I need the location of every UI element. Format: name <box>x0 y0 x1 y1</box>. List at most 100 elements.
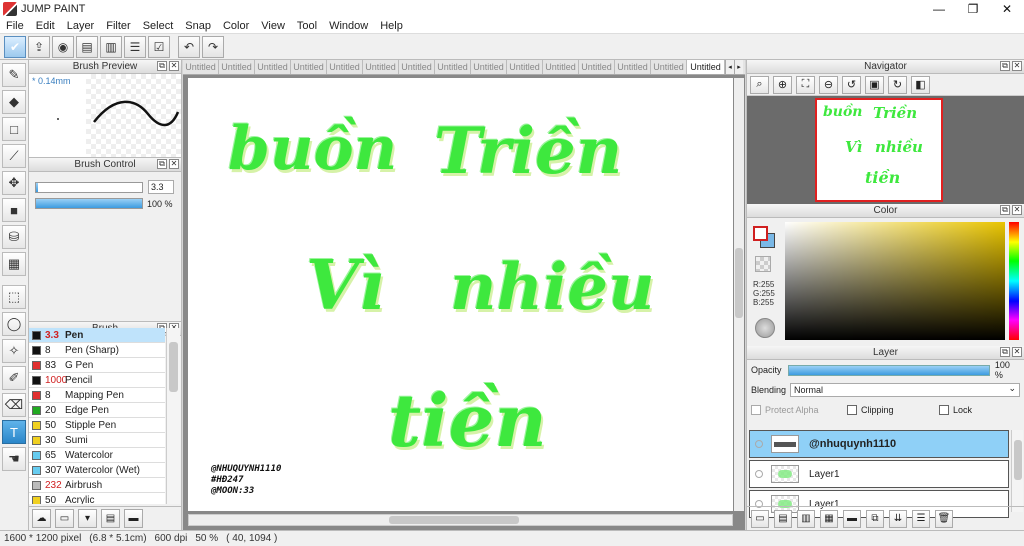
lock-checkbox[interactable] <box>939 405 949 415</box>
scroll-thumb[interactable] <box>389 516 519 524</box>
tab-next-icon[interactable]: ▸ <box>734 60 743 74</box>
eraser-tool-icon[interactable]: ◆ <box>2 90 26 114</box>
menu-layer[interactable]: Layer <box>61 20 101 32</box>
merge-layer-icon[interactable]: ⇊ <box>889 509 907 528</box>
menu-edit[interactable]: Edit <box>30 20 61 32</box>
document-tab[interactable]: Untitled <box>435 60 471 74</box>
canvas-horizontal-scrollbar[interactable] <box>188 514 733 526</box>
document-tab[interactable]: Untitled <box>219 60 255 74</box>
delete-layer-icon[interactable]: 🗑 <box>935 509 953 528</box>
hand-tool-icon[interactable]: ☚ <box>2 447 26 471</box>
brush-tool-icon[interactable]: ✎ <box>2 63 26 87</box>
comment-icon[interactable]: ◉ <box>52 35 74 58</box>
document-tab[interactable]: Untitled <box>327 60 363 74</box>
protect-alpha-checkbox[interactable] <box>751 405 761 415</box>
panel-float-icon[interactable]: ⧉ <box>157 159 167 169</box>
select-eraser-tool-icon[interactable]: ⌫ <box>2 393 26 417</box>
brush-opacity-slider[interactable] <box>35 198 143 209</box>
document-tab[interactable]: Untitled <box>399 60 435 74</box>
layer-folder-icon[interactable]: ▬ <box>843 509 861 528</box>
hue-slider[interactable] <box>1009 222 1019 340</box>
document-tab[interactable]: Untitled <box>255 60 291 74</box>
brush-size-value[interactable]: 3.3 <box>148 180 174 194</box>
document-tab[interactable]: Untitled <box>363 60 399 74</box>
tab-prev-icon[interactable]: ◂ <box>725 60 734 74</box>
brush-item[interactable]: 1000 Pencil <box>29 373 165 388</box>
transparent-color-swatch[interactable] <box>755 256 771 272</box>
panel-float-icon[interactable]: ⧉ <box>1000 347 1010 357</box>
select-pen-tool-icon[interactable]: ✐ <box>2 366 26 390</box>
panel-close-icon[interactable]: ✕ <box>1012 347 1022 357</box>
copy-layer-icon[interactable]: ▥ <box>797 509 815 528</box>
close-button[interactable]: ✕ <box>990 0 1024 18</box>
new-text-layer-icon[interactable]: ▤ <box>774 509 792 528</box>
canvas-vertical-scrollbar[interactable] <box>734 78 744 511</box>
menu-snap[interactable]: Snap <box>179 20 217 32</box>
scroll-thumb[interactable] <box>169 342 178 392</box>
new-brush-icon[interactable]: ▭ <box>55 509 74 528</box>
new-layer-icon[interactable]: ▭ <box>751 509 769 528</box>
folder-icon[interactable]: ▬ <box>124 509 143 528</box>
document-tab[interactable]: Untitled <box>651 60 687 74</box>
brush-size-slider[interactable] <box>35 181 143 193</box>
document-tab[interactable]: Untitled <box>687 60 725 74</box>
document-tab[interactable]: Untitled <box>507 60 543 74</box>
magic-wand-tool-icon[interactable]: ✧ <box>2 339 26 363</box>
saturation-value-picker[interactable] <box>785 222 1005 340</box>
panel-float-icon[interactable]: ⧉ <box>157 61 167 71</box>
fg-bg-swatch[interactable] <box>753 226 775 248</box>
select-rect-tool-icon[interactable]: ⬚ <box>2 285 26 309</box>
cloud-download-icon[interactable]: ☁ <box>32 509 51 528</box>
brush-menu-icon[interactable]: ▾ <box>78 509 97 528</box>
message-icon[interactable]: ▤ <box>76 35 98 58</box>
line-tool-icon[interactable]: ⟋ <box>2 144 26 168</box>
layer-item[interactable]: Layer1 <box>749 460 1009 488</box>
clipping-checkbox[interactable] <box>847 405 857 415</box>
document-tab[interactable]: Untitled <box>543 60 579 74</box>
menu-tool[interactable]: Tool <box>291 20 323 32</box>
menu-view[interactable]: View <box>255 20 291 32</box>
flip-icon[interactable]: ◧ <box>911 75 930 94</box>
zoom-icon[interactable]: ⌕ <box>750 75 769 94</box>
brush-item[interactable]: 3.3 Pen <box>29 328 165 343</box>
maximize-button[interactable]: ❐ <box>956 0 990 18</box>
brush-item[interactable]: 30 Sumi <box>29 433 165 448</box>
panel-float-icon[interactable]: ⧉ <box>1000 205 1010 215</box>
zoom-in-icon[interactable]: ⊕ <box>773 75 792 94</box>
brush-item[interactable]: 8 Mapping Pen <box>29 388 165 403</box>
menu-file[interactable]: File <box>0 20 30 32</box>
document-tab[interactable]: Untitled <box>471 60 507 74</box>
check-icon[interactable]: ✔ <box>4 35 26 58</box>
layer-item[interactable]: @nhuquynh1110 <box>749 430 1009 458</box>
document-icon[interactable]: ▥ <box>100 35 122 58</box>
foreground-color-swatch[interactable] <box>753 226 768 241</box>
menu-help[interactable]: Help <box>374 20 409 32</box>
rotate-left-icon[interactable]: ↺ <box>842 75 861 94</box>
redo-icon[interactable]: ↷ <box>202 35 224 58</box>
menu-window[interactable]: Window <box>323 20 374 32</box>
list-icon[interactable]: ☰ <box>124 35 146 58</box>
minimize-button[interactable]: — <box>922 0 956 18</box>
halftone-layer-icon[interactable]: ▦ <box>820 509 838 528</box>
panel-close-icon[interactable]: ✕ <box>1012 205 1022 215</box>
panel-close-icon[interactable]: ✕ <box>169 159 179 169</box>
rotate-right-icon[interactable]: ↻ <box>888 75 907 94</box>
duplicate-layer-icon[interactable]: ⧉ <box>866 509 884 528</box>
brush-item[interactable]: 307 Watercolor (Wet) <box>29 463 165 478</box>
lasso-tool-icon[interactable]: ◯ <box>2 312 26 336</box>
move-tool-icon[interactable]: ✥ <box>2 171 26 195</box>
palette-icon[interactable] <box>755 318 775 338</box>
fit-icon[interactable]: ⛶ <box>796 75 815 94</box>
brush-settings-icon[interactable]: ▤ <box>101 509 120 528</box>
panel-close-icon[interactable]: ✕ <box>1012 61 1022 71</box>
blending-select[interactable]: Normal <box>790 382 1020 397</box>
document-canvas[interactable]: buồn Triền Vì nhiều tiền @NHUQUYNH1110 #… <box>188 78 733 511</box>
zoom-out-icon[interactable]: ⊖ <box>819 75 838 94</box>
brush-item[interactable]: 50 Stipple Pen <box>29 418 165 433</box>
navigator-frame[interactable]: buồn Triền Vì nhiều tiền <box>815 98 943 202</box>
navigator-view[interactable]: buồn Triền Vì nhiều tiền <box>747 96 1024 204</box>
panel-close-icon[interactable]: ✕ <box>169 61 179 71</box>
menu-select[interactable]: Select <box>137 20 180 32</box>
menu-filter[interactable]: Filter <box>100 20 136 32</box>
layer-opacity-slider[interactable] <box>787 364 990 376</box>
